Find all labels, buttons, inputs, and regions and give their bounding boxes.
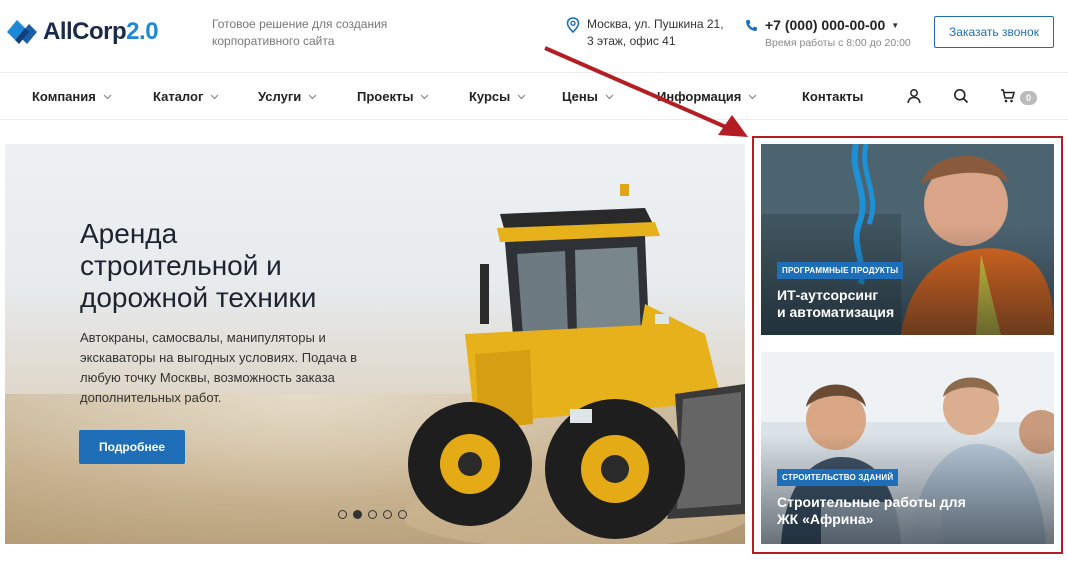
site-header: AllCorp2.0 Готовое решение для создания … (0, 0, 1068, 72)
tagline: Готовое решение для создания корпоративн… (212, 17, 388, 48)
hero-title-line: дорожной техники (80, 282, 317, 313)
address-line1: Москва, ул. Пушкина 21, (587, 17, 724, 31)
map-pin-icon (566, 17, 580, 33)
cart-icon[interactable] (1000, 88, 1016, 104)
callback-button[interactable]: Заказать звонок (934, 16, 1054, 48)
nav-label: Проекты (357, 89, 414, 104)
nav-label: Цены (562, 89, 598, 104)
cart-count-badge: 0 (1020, 91, 1037, 105)
chevron-down-icon (421, 94, 429, 99)
slider-dots (338, 510, 413, 519)
nav-label: Информация (657, 89, 742, 104)
main-nav: Компания Каталог Услуги Проекты Курсы Це… (0, 72, 1068, 120)
nav-label: Курсы (469, 89, 511, 104)
chevron-down-icon (210, 94, 219, 99)
phone-icon (746, 19, 757, 31)
chevron-down-icon (748, 94, 757, 99)
nav-item-prices[interactable]: Цены (562, 89, 614, 104)
slider-dot[interactable] (398, 510, 407, 519)
chevron-down-icon (308, 94, 317, 99)
chevron-down-icon (103, 94, 112, 99)
slider-dot-active[interactable] (353, 510, 362, 519)
logo-text: AllCorp2.0 (43, 18, 159, 46)
nav-label: Услуги (258, 89, 302, 104)
slider-dot[interactable] (368, 510, 377, 519)
slider-dot[interactable] (338, 510, 347, 519)
chevron-down-icon (605, 94, 614, 99)
wheel-loader-image (405, 184, 745, 544)
working-hours: Время работы с 8:00 до 20:00 (765, 37, 911, 49)
nav-item-contacts[interactable]: Контакты (802, 89, 863, 104)
logo-version: 2.0 (126, 18, 159, 45)
chevron-down-icon (517, 94, 526, 99)
nav-item-company[interactable]: Компания (32, 89, 112, 104)
highlight-frame (752, 136, 1063, 554)
nav-item-info[interactable]: Информация (657, 89, 757, 104)
nav-label: Компания (32, 89, 96, 104)
nav-item-catalog[interactable]: Каталог (153, 89, 219, 104)
hero-slider: Аренда строительной и дорожной техники А… (5, 144, 745, 544)
phone-number[interactable]: +7 (000) 000-00-00 (765, 17, 885, 33)
hero-more-button[interactable]: Подробнее (79, 430, 185, 464)
phone-block[interactable]: +7 (000) 000-00-00 ▼ Время работы с 8:00… (745, 17, 911, 49)
logo-name: AllCorp (43, 18, 127, 45)
slider-dot[interactable] (383, 510, 392, 519)
address-text: Москва, ул. Пушкина 21, 3 этаж, офис 41 (587, 16, 727, 50)
search-icon[interactable] (953, 88, 969, 104)
logo[interactable]: AllCorp2.0 (5, 14, 159, 50)
nav-item-courses[interactable]: Курсы (469, 89, 526, 104)
nav-item-services[interactable]: Услуги (258, 89, 317, 104)
address-block: Москва, ул. Пушкина 21, 3 этаж, офис 41 (566, 16, 727, 50)
nav-label: Каталог (153, 89, 204, 104)
address-line2: 3 этаж, офис 41 (587, 34, 676, 48)
nav-item-projects[interactable]: Проекты (357, 89, 429, 104)
phone-dropdown-caret-icon[interactable]: ▼ (891, 21, 899, 30)
nav-label: Контакты (802, 89, 864, 104)
hero-description: Автокраны, самосвалы, манипуляторы и экс… (80, 330, 358, 405)
hero-title-line: Аренда (80, 218, 178, 249)
hero-title-line: строительной и (80, 250, 282, 281)
logo-mark-icon (7, 20, 37, 44)
user-icon[interactable] (906, 88, 922, 104)
hero-title: Аренда строительной и дорожной техники (80, 218, 380, 314)
